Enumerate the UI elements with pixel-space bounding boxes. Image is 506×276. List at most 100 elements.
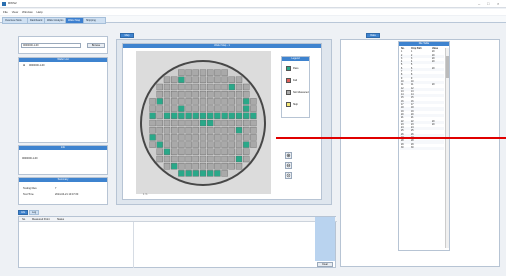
wafer-die[interactable] — [207, 163, 214, 170]
wafer-die[interactable] — [235, 148, 243, 155]
wafer-die[interactable] — [221, 91, 228, 98]
wafer-die[interactable] — [171, 91, 178, 98]
wafer-die[interactable] — [178, 127, 185, 134]
wafer-die[interactable] — [192, 163, 199, 170]
wafer-die[interactable] — [250, 119, 257, 127]
table-scroll-thumb[interactable] — [446, 56, 449, 78]
tree-expand-icon[interactable]: ⊞ — [23, 64, 25, 67]
wafer-die[interactable] — [163, 98, 171, 105]
wafer-die[interactable] — [214, 76, 221, 83]
wafer-die[interactable] — [171, 119, 178, 127]
minimize-button[interactable]: – — [478, 1, 480, 6]
wafer-die[interactable] — [171, 112, 178, 119]
wafer-die[interactable] — [185, 105, 192, 112]
wafer-die[interactable] — [221, 170, 228, 177]
wafer-die[interactable] — [171, 76, 178, 83]
wafer-die[interactable] — [228, 163, 235, 170]
wafer-die[interactable] — [178, 76, 185, 83]
wafer-die[interactable] — [207, 155, 214, 163]
wafer-die[interactable] — [163, 76, 171, 83]
wafer-die[interactable] — [250, 105, 257, 112]
wafer-die[interactable] — [228, 98, 235, 105]
wafer-die[interactable] — [178, 155, 185, 163]
wafer-die[interactable] — [207, 98, 214, 105]
tab-log-bottom[interactable]: Log — [29, 210, 39, 215]
wafer-die[interactable] — [207, 170, 214, 177]
wafer-die[interactable] — [235, 119, 243, 127]
wafer-die[interactable] — [156, 155, 163, 163]
wafer-die[interactable] — [171, 127, 178, 134]
wafer-die[interactable] — [243, 112, 250, 119]
wafer-die[interactable] — [199, 76, 207, 83]
wafer-die[interactable] — [228, 76, 235, 83]
wafer-die[interactable] — [149, 141, 156, 148]
wafer-die[interactable] — [214, 105, 221, 112]
wafer-die[interactable] — [221, 83, 228, 91]
wafer-die[interactable] — [235, 141, 243, 148]
wafer-die[interactable] — [156, 134, 163, 141]
wafer-die[interactable] — [185, 127, 192, 134]
wafer-die[interactable] — [221, 119, 228, 127]
zoom-out-icon[interactable]: ⊖ — [285, 162, 292, 169]
wafer-die[interactable] — [243, 155, 250, 163]
wafer-die[interactable] — [171, 83, 178, 91]
tab-data[interactable]: Data — [366, 33, 380, 38]
wafer-die[interactable] — [185, 155, 192, 163]
wafer-die[interactable] — [163, 112, 171, 119]
wafer-die[interactable] — [192, 134, 199, 141]
wafer-die[interactable] — [235, 112, 243, 119]
wafer-die[interactable] — [149, 112, 156, 119]
wafer-die[interactable] — [235, 105, 243, 112]
wafer-die[interactable] — [243, 134, 250, 141]
wafer-die[interactable] — [149, 127, 156, 134]
wafer-die[interactable] — [221, 155, 228, 163]
wafer-die[interactable] — [185, 91, 192, 98]
wafer-die[interactable] — [199, 163, 207, 170]
wafer-die[interactable] — [199, 91, 207, 98]
wafer-die[interactable] — [163, 148, 171, 155]
wafer-die[interactable] — [214, 83, 221, 91]
wafer-die[interactable] — [214, 170, 221, 177]
wafer-die[interactable] — [178, 83, 185, 91]
wafer-die[interactable] — [185, 134, 192, 141]
wafer-die[interactable] — [192, 83, 199, 91]
wafer-die[interactable] — [228, 141, 235, 148]
wafer-die[interactable] — [235, 155, 243, 163]
wafer-die[interactable] — [235, 134, 243, 141]
wafer-die[interactable] — [171, 134, 178, 141]
wafer-die[interactable] — [243, 83, 250, 91]
wafer-die[interactable] — [221, 69, 228, 76]
zoom-fit-icon[interactable]: ⊙ — [285, 172, 292, 179]
browse-button[interactable]: Browse — [87, 43, 105, 48]
wafer-die[interactable] — [178, 148, 185, 155]
wafer-die[interactable] — [171, 163, 178, 170]
wafer-die[interactable] — [199, 127, 207, 134]
wafer-die[interactable] — [199, 141, 207, 148]
wafer-die[interactable] — [163, 83, 171, 91]
wafer-die[interactable] — [250, 112, 257, 119]
wafer-die[interactable] — [250, 98, 257, 105]
wafer-die[interactable] — [214, 69, 221, 76]
wafer-die[interactable] — [228, 119, 235, 127]
wafer-die[interactable] — [214, 155, 221, 163]
wafer-die[interactable] — [178, 91, 185, 98]
wafer-die[interactable] — [156, 148, 163, 155]
zoom-in-icon[interactable]: ⊕ — [285, 152, 292, 159]
wafer-die[interactable] — [221, 112, 228, 119]
wafer-die[interactable] — [207, 105, 214, 112]
wafer-die[interactable] — [214, 141, 221, 148]
wafer-die[interactable] — [185, 69, 192, 76]
wafer-die[interactable] — [250, 127, 257, 134]
menu-window[interactable]: Window — [22, 9, 33, 15]
tree-item-wafer[interactable]: 0000000-1-00 — [29, 64, 45, 67]
wafer-die[interactable] — [214, 134, 221, 141]
wafer-die[interactable] — [214, 163, 221, 170]
wafer-die[interactable] — [228, 148, 235, 155]
wafer-die[interactable] — [199, 105, 207, 112]
wafer-die[interactable] — [178, 163, 185, 170]
wafer-die[interactable] — [149, 98, 156, 105]
wafer-die[interactable] — [243, 91, 250, 98]
menu-help[interactable]: Help — [37, 9, 43, 15]
clear-button[interactable]: Clear — [317, 262, 333, 267]
wafer-die[interactable] — [214, 148, 221, 155]
